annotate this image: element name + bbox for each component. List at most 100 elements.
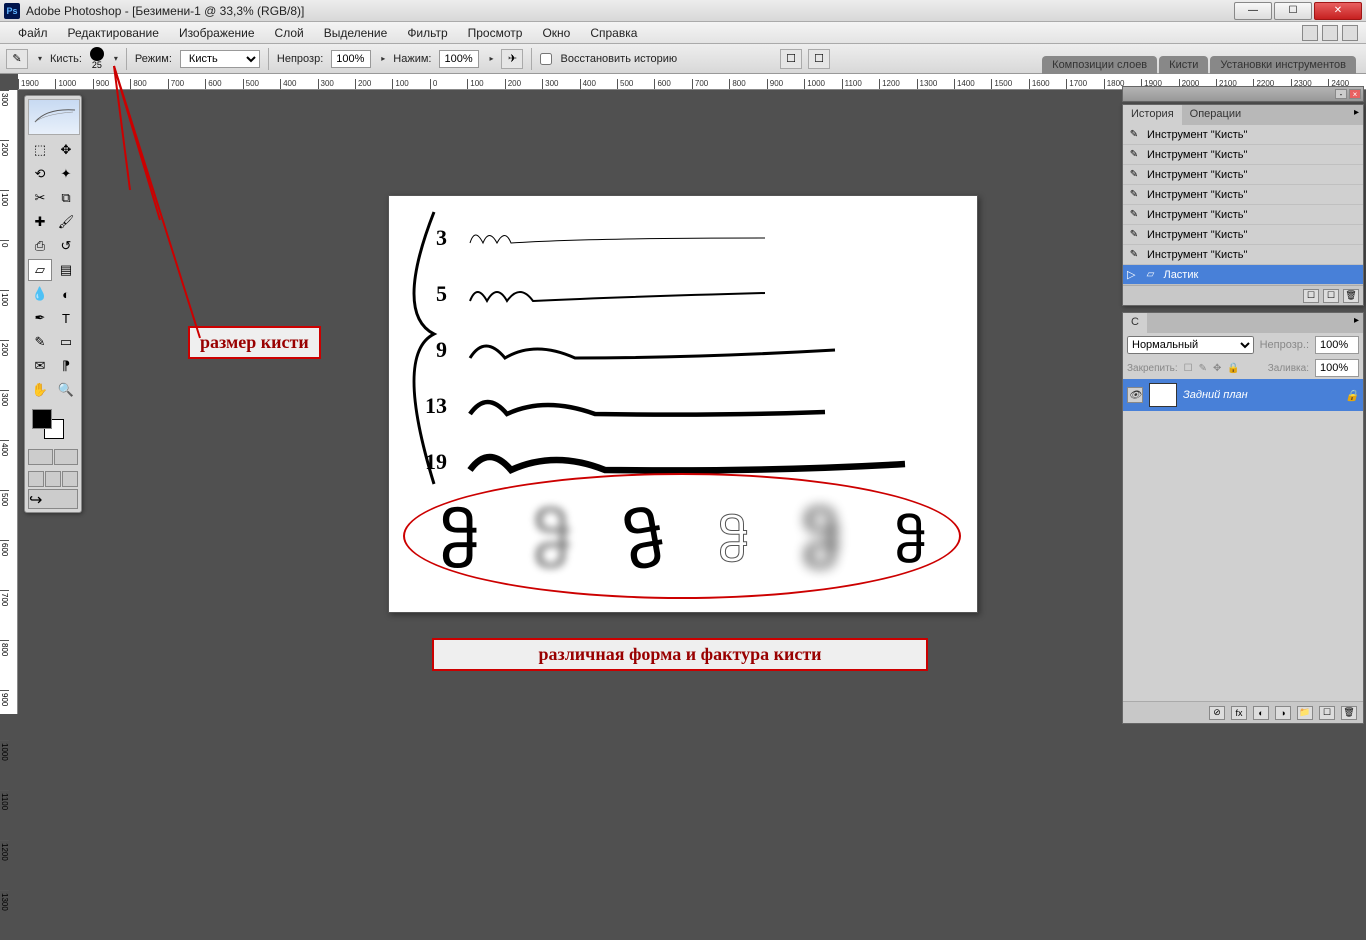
- doc-minimize-icon[interactable]: [1302, 25, 1318, 41]
- history-item[interactable]: ✎Инструмент "Кисть": [1123, 145, 1363, 165]
- annotation-brush-shapes: различная форма и фактура кисти: [432, 638, 928, 671]
- tab-actions[interactable]: Операции: [1182, 105, 1249, 125]
- history-item[interactable]: ✎Инструмент "Кисть": [1123, 205, 1363, 225]
- annotation-arrows: [100, 60, 350, 360]
- lasso-tool[interactable]: ⟲: [28, 163, 52, 185]
- tool-preset-icon[interactable]: ✎: [6, 49, 28, 69]
- history-item[interactable]: ✎Инструмент "Кисть": [1123, 225, 1363, 245]
- layer-new-icon[interactable]: ☐: [1319, 706, 1335, 720]
- close-button[interactable]: ✕: [1314, 2, 1362, 20]
- doc-restore-icon[interactable]: [1322, 25, 1338, 41]
- eraser-tool[interactable]: ▱: [28, 259, 52, 281]
- screen-mode-b[interactable]: [45, 471, 61, 487]
- tab-tool-presets[interactable]: Установки инструментов: [1210, 56, 1356, 74]
- path-tool[interactable]: ✒: [28, 307, 52, 329]
- tab-history[interactable]: История: [1123, 105, 1182, 125]
- type-tool[interactable]: T: [54, 307, 78, 329]
- layer-adjust-icon[interactable]: ◑: [1275, 706, 1291, 720]
- maximize-button[interactable]: ☐: [1274, 2, 1312, 20]
- menu-edit[interactable]: Редактирование: [58, 23, 169, 43]
- opacity-arrow-icon[interactable]: ▸: [381, 54, 385, 63]
- history-item[interactable]: ✎Инструмент "Кисть": [1123, 165, 1363, 185]
- history-item[interactable]: ✎Инструмент "Кисть": [1123, 245, 1363, 265]
- history-delete-icon[interactable]: 🗑: [1343, 289, 1359, 303]
- eyedropper-tool[interactable]: ⁋: [54, 355, 78, 377]
- layer-fx-icon[interactable]: fx: [1231, 706, 1247, 720]
- menu-window[interactable]: Окно: [532, 23, 580, 43]
- airbrush-icon[interactable]: ✈: [501, 49, 523, 69]
- blur-tool[interactable]: 💧: [28, 283, 52, 305]
- blend-mode-select[interactable]: Нормальный: [1127, 336, 1254, 354]
- lock-trans-icon[interactable]: ☐: [1184, 363, 1193, 374]
- minimize-button[interactable]: —: [1234, 2, 1272, 20]
- layer-opacity-input[interactable]: [1315, 336, 1359, 354]
- jump-to-imageready[interactable]: ↪: [28, 489, 78, 509]
- flow-arrow-icon[interactable]: ▸: [489, 54, 493, 63]
- vertical-ruler: 3002001000100200300400500600700800900100…: [0, 90, 18, 714]
- healing-tool[interactable]: ✚: [28, 211, 52, 233]
- layer-link-icon[interactable]: ⊘: [1209, 706, 1225, 720]
- layer-row-background[interactable]: 👁 Задний план 🔒: [1123, 379, 1363, 411]
- menu-image[interactable]: Изображение: [169, 23, 265, 43]
- tab-layers[interactable]: С: [1123, 313, 1147, 333]
- fill-input[interactable]: [1315, 359, 1359, 377]
- screen-mode-a[interactable]: [28, 471, 44, 487]
- screen-mode-c[interactable]: [62, 471, 78, 487]
- ruler-tick: 700: [692, 79, 729, 89]
- panel-minimize-icon[interactable]: -: [1335, 89, 1347, 99]
- ruler-tick: 700: [0, 590, 9, 640]
- layers-menu-icon[interactable]: ▸: [1350, 313, 1363, 333]
- ruler-tick: 600: [654, 79, 691, 89]
- wand-tool[interactable]: ✦: [54, 163, 78, 185]
- hand-tool[interactable]: ✋: [28, 379, 52, 401]
- menu-file[interactable]: Файл: [8, 23, 58, 43]
- layer-visibility-icon[interactable]: 👁: [1127, 387, 1143, 403]
- move-tool[interactable]: ✥: [54, 139, 78, 161]
- menu-help[interactable]: Справка: [580, 23, 647, 43]
- history-item-active[interactable]: ▷▱Ластик: [1123, 265, 1363, 285]
- history-item[interactable]: ✎Инструмент "Кисть": [1123, 185, 1363, 205]
- doc-close-icon[interactable]: [1342, 25, 1358, 41]
- tab-brushes[interactable]: Кисти: [1159, 56, 1208, 74]
- dodge-tool[interactable]: ◐: [54, 283, 78, 305]
- brush-dot-icon: [90, 47, 104, 61]
- history-brush-tool[interactable]: ↺: [54, 235, 78, 257]
- foreground-color-swatch[interactable]: [32, 409, 52, 429]
- crop-tool[interactable]: ✂: [28, 187, 52, 209]
- lock-pos-icon[interactable]: ✥: [1213, 363, 1221, 374]
- menu-select[interactable]: Выделение: [314, 23, 398, 43]
- tab-layer-comps[interactable]: Композиции слоев: [1042, 56, 1157, 74]
- layer-folder-icon[interactable]: 📁: [1297, 706, 1313, 720]
- menu-layer[interactable]: Слой: [265, 23, 314, 43]
- slice-tool[interactable]: ⧉: [54, 187, 78, 209]
- shape-tool[interactable]: ▭: [54, 331, 78, 353]
- gradient-tool[interactable]: ▤: [54, 259, 78, 281]
- lock-pixels-icon[interactable]: ✎: [1199, 363, 1207, 374]
- brush-icon: ✎: [1127, 188, 1141, 202]
- panel-close-icon[interactable]: ×: [1349, 89, 1361, 99]
- marquee-tool[interactable]: ⬚: [28, 139, 52, 161]
- color-swatches[interactable]: [28, 407, 78, 443]
- menu-view[interactable]: Просмотр: [458, 23, 533, 43]
- flow-input[interactable]: [439, 50, 479, 68]
- lock-all-icon[interactable]: 🔒: [1227, 363, 1239, 374]
- notes-tool[interactable]: ✉: [28, 355, 52, 377]
- pen-tool[interactable]: ✎: [28, 331, 52, 353]
- history-snapshot-icon[interactable]: ☐: [1303, 289, 1319, 303]
- mask-mode-standard[interactable]: [28, 449, 53, 465]
- brush-tool[interactable]: 🖌: [54, 211, 78, 233]
- zoom-tool[interactable]: 🔍: [54, 379, 78, 401]
- mask-mode-quick[interactable]: [54, 449, 79, 465]
- layer-mask-icon[interactable]: ◐: [1253, 706, 1269, 720]
- history-item[interactable]: ✎Инструмент "Кисть": [1123, 125, 1363, 145]
- stamp-tool[interactable]: ⎙: [28, 235, 52, 257]
- palettes-icon-2[interactable]: ☐: [808, 49, 830, 69]
- ruler-tick: 400: [580, 79, 617, 89]
- history-panel: История Операции ▸ ✎Инструмент "Кисть"✎И…: [1122, 104, 1364, 306]
- restore-history-checkbox[interactable]: [540, 53, 552, 65]
- layer-delete-icon[interactable]: 🗑: [1341, 706, 1357, 720]
- panel-menu-icon[interactable]: ▸: [1350, 105, 1363, 125]
- palettes-icon-1[interactable]: ☐: [780, 49, 802, 69]
- menu-filter[interactable]: Фильтр: [397, 23, 457, 43]
- history-new-icon[interactable]: ☐: [1323, 289, 1339, 303]
